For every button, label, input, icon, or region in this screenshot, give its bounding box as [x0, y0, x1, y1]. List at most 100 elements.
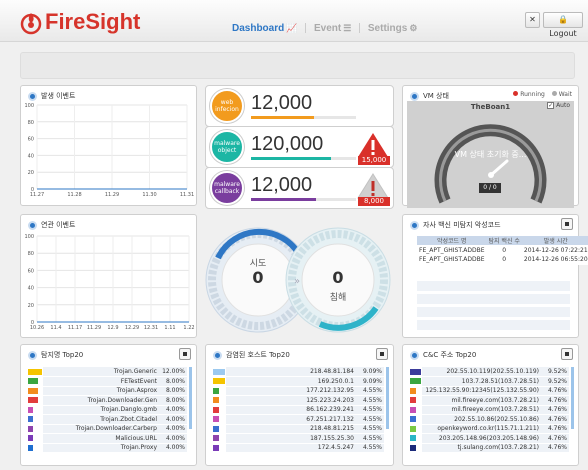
- event-time: 2014-12-26 06:55:20: [521, 255, 588, 265]
- col-header[interactable]: 악성코드 명: [417, 236, 487, 246]
- table-row[interactable]: 177.212.132.95 4.55%: [212, 386, 384, 396]
- chart-icon: 📈: [286, 23, 298, 33]
- nav-divider: [359, 23, 361, 34]
- table-row[interactable]: Trojan.Downloader.Gen 8.00%: [27, 395, 187, 406]
- breach-value: 0: [332, 268, 344, 287]
- gear-icon: ⚙: [409, 23, 418, 33]
- table-row[interactable]: 202.55.10.86(202.55.10.86) 4.76%: [409, 414, 569, 425]
- table-row[interactable]: openkeyword.co.kr(115.71.1.211) 4.76%: [409, 424, 569, 434]
- filter-bar[interactable]: [20, 52, 575, 79]
- item-percent: 4.00%: [159, 433, 187, 444]
- web-infection-icon: web infecion: [210, 89, 244, 123]
- item-name: Trojan.Asprox: [43, 386, 159, 396]
- expand-button[interactable]: [179, 348, 191, 360]
- expand-button[interactable]: [561, 348, 573, 360]
- table-row[interactable]: FE_APT_GHIST.ADDBE 0 2014-12-26 06:55:20: [417, 255, 588, 265]
- scrollbar[interactable]: [386, 367, 389, 429]
- legend-running: Running: [520, 91, 545, 98]
- share-bar: [28, 397, 38, 404]
- detect-panel-title: 탐지명 Top20: [28, 350, 83, 360]
- nav-divider: [305, 23, 307, 34]
- item-percent: 4.00%: [159, 443, 187, 453]
- x-tick-label: 11.27: [30, 192, 44, 198]
- x-tick-label: 11.29: [87, 325, 101, 331]
- malware-callback-bar: [251, 198, 356, 201]
- table-row[interactable]: Trojan.Asprox 8.00%: [27, 386, 187, 396]
- color-swatch-cell: [27, 386, 44, 396]
- vm-legend: Running Wait: [508, 91, 572, 98]
- x-tick-label: 11.4: [50, 325, 61, 331]
- y-tick-label: 20: [28, 170, 34, 176]
- nav-settings[interactable]: Settings ⚙: [368, 23, 418, 34]
- table-row[interactable]: 125.132.55.90:12345(125.132.55.90) 4.76%: [409, 386, 569, 396]
- color-swatch-cell: [27, 424, 44, 434]
- hosts-table: 218.48.81.184 9.09% 169.250.0.1 9.09% 177.21…: [212, 367, 384, 453]
- scrollbar[interactable]: [189, 367, 192, 429]
- table-row[interactable]: Trojan.Danglo.gmb 4.00%: [27, 405, 187, 415]
- table-row[interactable]: 172.4.5.247 4.55%: [212, 443, 384, 453]
- legend-wait: Wait: [558, 91, 572, 98]
- color-swatch-cell: [409, 386, 423, 396]
- table-row[interactable]: 187.155.25.30 4.55%: [212, 433, 384, 444]
- x-tick-label: 12.31: [144, 325, 158, 331]
- logout-button[interactable]: 🔒 Logout: [543, 12, 583, 38]
- malware-callback-bar-fill: [251, 198, 317, 201]
- tools-button[interactable]: ✕: [525, 12, 540, 28]
- nav-event[interactable]: Event ☰: [314, 23, 351, 34]
- table-row[interactable]: 86.162.239.241 4.55%: [212, 405, 384, 415]
- share-bar: [410, 444, 416, 451]
- scrollbar[interactable]: [571, 367, 574, 429]
- breach-label: 침해: [329, 293, 347, 303]
- table-row[interactable]: 202.55.10.119(202.55.10.119) 9.52%: [409, 367, 569, 377]
- y-tick-label: 100: [24, 103, 34, 109]
- col-header[interactable]: 발생 시간: [521, 236, 588, 246]
- table-row[interactable]: tj.sulang.com(103.7.28.21) 4.76%: [409, 443, 569, 453]
- share-bar: [28, 387, 38, 394]
- share-bar: [410, 368, 422, 375]
- table-row[interactable]: 203.205.148.96(203.205.148.96) 4.76%: [409, 433, 569, 444]
- x-tick-label: 1.22: [183, 325, 194, 331]
- col-header[interactable]: 탐지 백신 수: [486, 236, 522, 246]
- table-row[interactable]: 218.48.81.215 4.55%: [212, 424, 384, 434]
- share-bar: [410, 387, 416, 394]
- expand-button[interactable]: [376, 348, 388, 360]
- table-row[interactable]: Malicious.URL 4.00%: [27, 433, 187, 444]
- x-tick-label: 11.28: [67, 192, 81, 198]
- share-bar: [28, 378, 38, 385]
- table-row[interactable]: 169.250.0.1 9.09%: [212, 376, 384, 387]
- logout-label: Logout: [549, 29, 577, 38]
- svg-text:»: »: [294, 276, 300, 287]
- vaccine-table: 악성코드 명 탐지 백신 수 발생 시간 FE_APT_GHIST.ADDBE …: [417, 236, 588, 265]
- share-bar: [213, 378, 225, 385]
- item-name: openkeyword.co.kr(115.71.1.211): [422, 424, 541, 434]
- table-row[interactable]: FETestEvent 8.00%: [27, 376, 187, 387]
- flame-logo-icon: [20, 13, 42, 35]
- malware-name: FE_APT_GHIST.ADDBE: [417, 245, 487, 256]
- nav-dashboard[interactable]: Dashboard 📈: [232, 23, 297, 34]
- table-row[interactable]: 103.7.28.51(103.7.28.51) 9.52%: [409, 376, 569, 387]
- item-name: 218.48.81.184: [226, 367, 356, 377]
- table-row[interactable]: Trojan.Downloader.Carberp 4.00%: [27, 424, 187, 434]
- table-row[interactable]: Trojan.Generic 12.00%: [27, 367, 187, 377]
- table-row[interactable]: Trojan.Zbot.Citadel 4.00%: [27, 414, 187, 425]
- item-percent: 9.52%: [541, 367, 569, 377]
- table-row[interactable]: 218.48.81.184 9.09%: [212, 367, 384, 377]
- color-swatch-cell: [212, 367, 226, 377]
- malware-callback-alert-count: 8,000: [358, 197, 390, 206]
- item-percent: 4.55%: [356, 386, 384, 396]
- item-name: mil.fireeye.com(103.7.28.21): [422, 395, 541, 406]
- color-swatch-cell: [409, 376, 423, 387]
- x-tick-label: 12.9: [107, 325, 118, 331]
- y-tick-label: 80: [28, 251, 34, 257]
- share-bar: [213, 406, 219, 413]
- list-icon: ☰: [343, 23, 352, 33]
- item-name: 177.212.132.95: [226, 386, 356, 396]
- table-row[interactable]: mil.fireeye.com(103.7.28.21) 4.76%: [409, 395, 569, 406]
- table-row[interactable]: 125.223.24.203 4.55%: [212, 395, 384, 406]
- table-row[interactable]: 67.251.217.132 4.55%: [212, 414, 384, 425]
- table-row[interactable]: Trojan.Proxy 4.00%: [27, 443, 187, 453]
- table-row[interactable]: mil.fireeye.com(103.7.28.51) 4.76%: [409, 405, 569, 415]
- x-tick-label: 12.29: [125, 325, 139, 331]
- expand-button[interactable]: [561, 218, 573, 230]
- table-row[interactable]: FE_APT_GHIST.ADDBE 0 2014-12-26 07:22:21: [417, 245, 588, 256]
